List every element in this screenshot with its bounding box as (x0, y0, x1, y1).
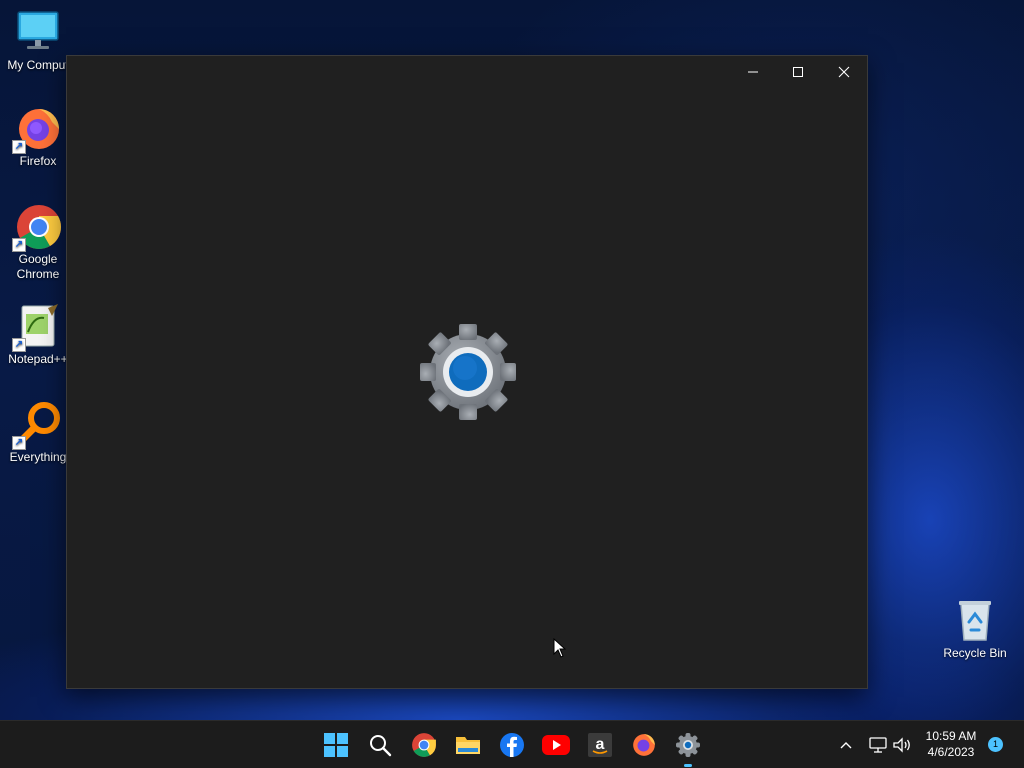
active-app-indicator (684, 764, 692, 767)
settings-window[interactable] (66, 55, 868, 689)
desktop-icon-label: My Comput (7, 58, 69, 72)
clock-date: 4/6/2023 (927, 745, 975, 759)
mouse-cursor-icon (553, 638, 567, 658)
shortcut-arrow-icon: ↗ (12, 436, 26, 450)
svg-text:a: a (596, 736, 605, 753)
maximize-icon (793, 67, 803, 77)
taskbar-file-explorer[interactable] (450, 727, 486, 763)
chrome-icon: ↗ (12, 202, 62, 252)
notepadpp-icon: ↗ (12, 302, 62, 352)
chevron-up-icon (840, 742, 852, 749)
search-button[interactable] (362, 727, 398, 763)
taskbar-amazon[interactable]: a (582, 727, 618, 763)
taskbar: a 10:59 AM 4/6/2023 1 (0, 720, 1024, 768)
settings-gear-icon (420, 324, 516, 420)
taskbar-settings[interactable] (670, 727, 706, 767)
taskbar-chrome[interactable] (406, 727, 442, 763)
desktop-icon-label: Google Chrome (16, 252, 60, 281)
maximize-button[interactable] (775, 56, 821, 88)
start-icon (324, 733, 348, 757)
taskbar-youtube[interactable] (538, 727, 574, 763)
network-icon (869, 737, 887, 753)
minimize-button[interactable] (730, 56, 776, 88)
notification-count: 1 (992, 739, 998, 749)
taskbar-facebook[interactable] (494, 727, 530, 763)
facebook-icon (500, 733, 524, 757)
close-button[interactable] (821, 56, 867, 88)
youtube-icon (542, 735, 570, 755)
close-icon (838, 66, 850, 78)
file-explorer-icon (456, 737, 480, 754)
desktop-icon-label: Recycle Bin (943, 646, 1007, 660)
amazon-icon: a (588, 733, 612, 757)
shortcut-arrow-icon: ↗ (12, 238, 26, 252)
taskbar-firefox[interactable] (626, 727, 662, 763)
desktop-icon-label: Notepad++ (8, 352, 68, 366)
search-icon (370, 735, 392, 757)
clock[interactable]: 10:59 AM 4/6/2023 (918, 728, 984, 762)
desktop-icon-google-chrome[interactable]: ↗ Google Chrome (0, 202, 76, 282)
desktop-icon-notepadpp[interactable]: ↗ Notepad++ (0, 302, 76, 367)
speaker-icon (893, 737, 910, 753)
shortcut-arrow-icon: ↗ (12, 338, 26, 352)
notification-badge[interactable]: 1 (988, 737, 1003, 752)
chrome-icon (412, 733, 436, 757)
desktop-icon-label: Everything (9, 450, 67, 464)
desktop-icon-my-computer[interactable]: My Comput (0, 8, 76, 73)
firefox-icon (633, 734, 655, 756)
volume-button[interactable] (892, 735, 912, 755)
minimize-icon (748, 71, 758, 73)
network-button[interactable] (868, 735, 888, 755)
desktop-icon-recycle-bin[interactable]: Recycle Bin (937, 596, 1013, 661)
shortcut-arrow-icon: ↗ (12, 140, 26, 154)
desktop-icon-firefox[interactable]: ↗ Firefox (0, 104, 76, 169)
recycle-bin-icon (951, 596, 999, 644)
everything-icon: ↗ (12, 400, 62, 450)
start-button[interactable] (318, 727, 354, 763)
show-hidden-icons-button[interactable] (836, 735, 856, 755)
monitor-icon (14, 8, 62, 56)
desktop-icon-label: Firefox (19, 154, 57, 168)
desktop-icon-everything[interactable]: ↗ Everything (0, 400, 76, 465)
settings-icon (676, 733, 700, 757)
clock-time: 10:59 AM (925, 729, 977, 743)
firefox-icon: ↗ (12, 104, 62, 154)
